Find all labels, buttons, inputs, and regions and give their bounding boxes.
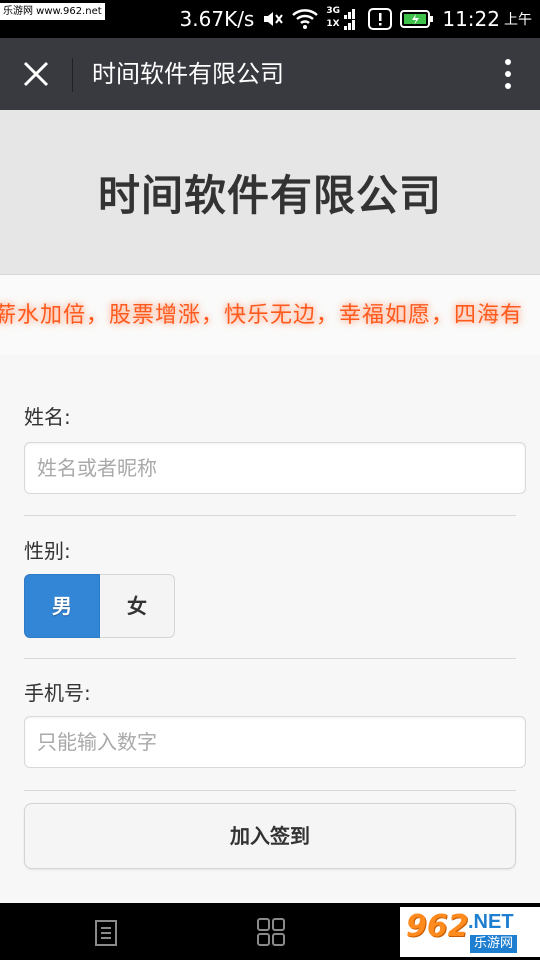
phone-placeholder: 只能输入数字 bbox=[37, 730, 157, 754]
marquee: 薪水加倍，股票增涨，快乐无边，幸福如愿，四海有 bbox=[0, 275, 540, 355]
gender-label: 性别: bbox=[24, 539, 71, 563]
gender-option-male[interactable]: 男 bbox=[24, 574, 100, 638]
close-icon[interactable] bbox=[20, 58, 52, 90]
grid-icon[interactable] bbox=[256, 917, 286, 951]
watermark-number: 962 bbox=[406, 909, 469, 944]
divider bbox=[24, 515, 516, 516]
cell-signal-icon: 3G 1X bbox=[326, 4, 360, 34]
name-input[interactable]: 姓名或者昵称 bbox=[24, 442, 526, 494]
page-title: 时间软件有限公司 bbox=[97, 170, 442, 220]
site-badge: 乐游网 www.962.net bbox=[0, 3, 105, 20]
marquee-text: 薪水加倍，股票增涨，快乐无边，幸福如愿，四海有 bbox=[0, 303, 524, 328]
app-bar-title: 时间软件有限公司 bbox=[92, 60, 284, 88]
watermark-net: .NET bbox=[468, 911, 514, 933]
mute-icon bbox=[262, 9, 284, 29]
gender-option-female[interactable]: 女 bbox=[100, 574, 175, 638]
network-type-bottom: 1X bbox=[326, 19, 340, 29]
battery-icon bbox=[400, 9, 434, 29]
phone-input[interactable]: 只能输入数字 bbox=[24, 716, 526, 768]
wifi-icon bbox=[292, 9, 319, 29]
watermark-cn: 乐游网 bbox=[470, 935, 518, 953]
clock-ampm: 上午 bbox=[504, 12, 532, 28]
divider bbox=[72, 58, 73, 92]
gender-selector: 男 女 bbox=[24, 574, 175, 638]
more-options-icon[interactable] bbox=[504, 58, 512, 90]
network-type-top: 3G bbox=[326, 6, 341, 16]
document-icon[interactable] bbox=[94, 919, 118, 951]
app-bar: 时间软件有限公司 bbox=[0, 38, 540, 110]
alert-icon bbox=[368, 8, 393, 30]
page-banner: 时间软件有限公司 bbox=[0, 110, 540, 275]
join-checkin-button[interactable]: 加入签到 bbox=[24, 803, 516, 869]
status-bar: 乐游网 www.962.net 3.67K/s 3G 1X 11:22 上午 bbox=[0, 0, 540, 38]
network-speed: 3.67K/s bbox=[179, 7, 255, 31]
name-placeholder: 姓名或者昵称 bbox=[37, 456, 157, 480]
name-label: 姓名: bbox=[24, 405, 71, 429]
watermark-logo: 962 .NET 乐游网 bbox=[400, 907, 540, 957]
divider bbox=[24, 658, 516, 659]
phone-label: 手机号: bbox=[24, 681, 91, 705]
bottom-nav-bar: 962 .NET 乐游网 bbox=[0, 903, 540, 960]
status-indicators: 3.67K/s 3G 1X 11:22 上午 bbox=[180, 0, 532, 38]
clock: 11:22 bbox=[442, 7, 500, 31]
divider bbox=[24, 790, 516, 791]
